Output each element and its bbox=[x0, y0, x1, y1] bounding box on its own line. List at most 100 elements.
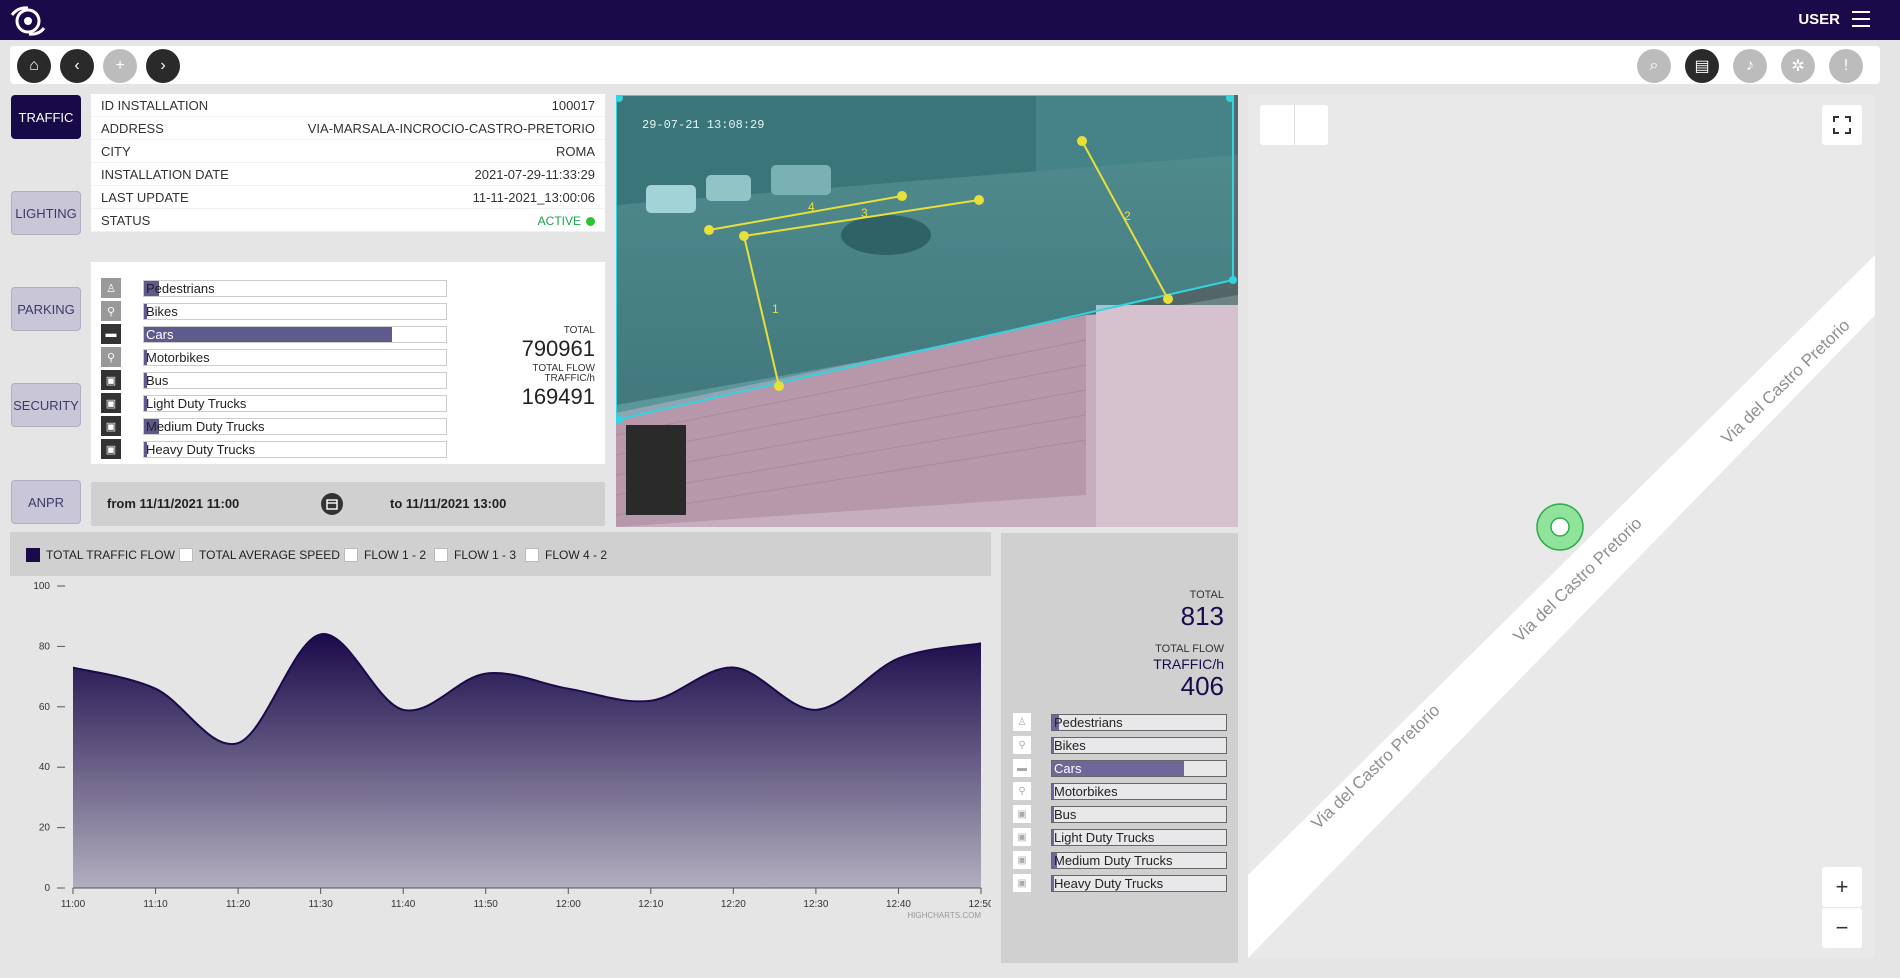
calendar-button[interactable] bbox=[321, 493, 343, 515]
lane-label: 4 bbox=[808, 200, 815, 214]
lane-label: 3 bbox=[861, 206, 868, 220]
date-from[interactable]: from 11/11/2021 11:00 bbox=[107, 496, 239, 511]
truck-icon: ▣ bbox=[101, 439, 121, 459]
date-range-selector: from 11/11/2021 11:00 to 11/11/2021 13:0… bbox=[91, 482, 605, 526]
motorbike-icon: ⚲ bbox=[101, 347, 121, 367]
summary-label: Bikes bbox=[1054, 738, 1086, 753]
tab-traffic[interactable]: TRAFFIC bbox=[11, 95, 81, 139]
gear-icon: ✲ bbox=[1791, 58, 1805, 75]
summary-total-value: 813 bbox=[1180, 601, 1224, 631]
info-value: 100017 bbox=[551, 98, 595, 113]
vehicle-label: Pedestrians bbox=[146, 281, 215, 296]
hamburger-menu-icon[interactable] bbox=[1852, 11, 1870, 27]
data-point[interactable] bbox=[153, 686, 159, 692]
vehicle-label: Bikes bbox=[146, 304, 178, 319]
lane-label: 1 bbox=[772, 302, 779, 316]
legend-label: TOTAL AVERAGE SPEED bbox=[199, 548, 340, 562]
legend-checkbox[interactable] bbox=[434, 548, 448, 562]
chevron-left-icon: ‹ bbox=[74, 57, 80, 74]
tab-anpr[interactable]: ANPR bbox=[11, 480, 81, 524]
status-dot-icon bbox=[586, 217, 595, 226]
legend-label: TOTAL TRAFFIC FLOW bbox=[46, 548, 175, 562]
tab-lighting[interactable]: LIGHTING bbox=[11, 191, 81, 235]
data-point[interactable] bbox=[565, 686, 571, 692]
x-tick-label: 12:00 bbox=[556, 899, 581, 910]
vehicle-label: Cars bbox=[146, 327, 174, 342]
zoom-in-button[interactable]: + bbox=[1822, 867, 1862, 907]
export-button[interactable]: ▤ bbox=[1685, 49, 1719, 83]
map-view[interactable]: Via del Castro Pretorio Via del Castro P… bbox=[1248, 95, 1875, 958]
summary-bar: Bikes bbox=[1051, 737, 1227, 754]
data-point[interactable] bbox=[813, 707, 819, 713]
user-label[interactable]: USER bbox=[1798, 11, 1840, 28]
bike-icon: ⚲ bbox=[101, 301, 121, 321]
x-tick-label: 11:00 bbox=[61, 899, 86, 910]
add-button[interactable]: + bbox=[103, 49, 137, 83]
notifications-button[interactable]: ♪ bbox=[1733, 49, 1767, 83]
motorbike-icon: ⚲ bbox=[1013, 782, 1031, 800]
summary-label: Motorbikes bbox=[1054, 784, 1118, 799]
data-point[interactable] bbox=[318, 631, 324, 637]
info-row-city: CITY ROMA bbox=[91, 140, 605, 163]
app-logo-icon[interactable] bbox=[8, 6, 48, 36]
map-layer-toggle[interactable] bbox=[1260, 105, 1328, 145]
legend-item-total-traffic-flow[interactable]: TOTAL TRAFFIC FLOW bbox=[26, 547, 175, 563]
info-row-last-update: LAST UPDATE 11-11-2021_13:00:06 bbox=[91, 186, 605, 209]
home-button[interactable]: ⌂ bbox=[17, 49, 51, 83]
info-icon: ! bbox=[1843, 57, 1849, 74]
fullscreen-button[interactable] bbox=[1822, 105, 1862, 145]
chart-credit[interactable]: HIGHCHARTS.COM bbox=[907, 911, 981, 920]
vehicle-label: Motorbikes bbox=[146, 350, 210, 365]
info-label: STATUS bbox=[101, 213, 151, 228]
date-to[interactable]: to 11/11/2021 13:00 bbox=[390, 496, 506, 511]
info-row-installation-date: INSTALLATION DATE 2021-07-29-11:33:29 bbox=[91, 163, 605, 186]
legend-checkbox[interactable] bbox=[344, 548, 358, 562]
vehicle-bar: Heavy Duty Trucks bbox=[143, 441, 447, 458]
legend-label: FLOW 1 - 3 bbox=[454, 548, 517, 562]
traffic-flow-chart: 0 20 40 60 80 100 11:00 11:10 11:20 11:30 11:40 11:… bbox=[33, 581, 991, 920]
legend-checkbox[interactable] bbox=[26, 548, 40, 562]
vehicle-label: Bus bbox=[146, 373, 169, 388]
legend-checkbox[interactable] bbox=[525, 548, 539, 562]
data-point[interactable] bbox=[648, 698, 654, 704]
info-row-id: ID INSTALLATION 100017 bbox=[91, 94, 605, 117]
x-tick-label: 11:20 bbox=[226, 899, 251, 910]
summary-total-label: TOTAL bbox=[1189, 589, 1224, 601]
data-point[interactable] bbox=[730, 665, 736, 671]
summary-label: Medium Duty Trucks bbox=[1054, 853, 1173, 868]
fullscreen-icon bbox=[1833, 116, 1851, 134]
bus-icon: ▣ bbox=[1013, 805, 1031, 823]
camera-feed[interactable]: 1 2 3 4 29-07-21 13:08:29 bbox=[616, 95, 1238, 527]
tab-security[interactable]: SECURITY bbox=[11, 383, 81, 427]
map-canvas[interactable]: Via del Castro Pretorio Via del Castro P… bbox=[1248, 95, 1875, 958]
x-tick-label: 11:40 bbox=[391, 899, 416, 910]
legend-item-flow-4-2[interactable]: FLOW 4 - 2 bbox=[525, 547, 607, 563]
legend-item-flow-1-3[interactable]: FLOW 1 - 3 bbox=[434, 547, 516, 563]
info-button[interactable]: ! bbox=[1829, 49, 1863, 83]
car-icon: ▬ bbox=[101, 324, 121, 344]
tab-parking[interactable]: PARKING bbox=[11, 287, 81, 331]
info-row-status: STATUS ACTIVE bbox=[91, 209, 605, 232]
legend-checkbox[interactable] bbox=[179, 548, 193, 562]
search-button[interactable]: ⌕ bbox=[1637, 49, 1671, 83]
pedestrian-icon: ♙ bbox=[1013, 713, 1031, 731]
data-point[interactable] bbox=[235, 740, 241, 746]
zoom-out-button[interactable]: − bbox=[1822, 908, 1862, 948]
legend-item-total-average-speed[interactable]: TOTAL AVERAGE SPEED bbox=[179, 547, 340, 563]
data-point[interactable] bbox=[70, 665, 76, 671]
y-tick-label: 100 bbox=[33, 581, 50, 592]
bike-icon: ⚲ bbox=[1013, 736, 1031, 754]
forward-button[interactable]: › bbox=[146, 49, 180, 83]
status-text: ACTIVE bbox=[537, 214, 581, 228]
data-point[interactable] bbox=[400, 707, 406, 713]
settings-button[interactable]: ✲ bbox=[1781, 49, 1815, 83]
truck-icon: ▣ bbox=[1013, 874, 1031, 892]
data-point[interactable] bbox=[483, 671, 489, 677]
legend-item-flow-1-2[interactable]: FLOW 1 - 2 bbox=[344, 547, 426, 563]
data-point[interactable] bbox=[895, 655, 901, 661]
y-tick-label: 80 bbox=[39, 641, 51, 652]
truck-icon: ▣ bbox=[1013, 851, 1031, 869]
back-button[interactable]: ‹ bbox=[60, 49, 94, 83]
data-point[interactable] bbox=[978, 640, 984, 646]
info-value: VIA-MARSALA-INCROCIO-CASTRO-PRETORIO bbox=[307, 121, 595, 136]
